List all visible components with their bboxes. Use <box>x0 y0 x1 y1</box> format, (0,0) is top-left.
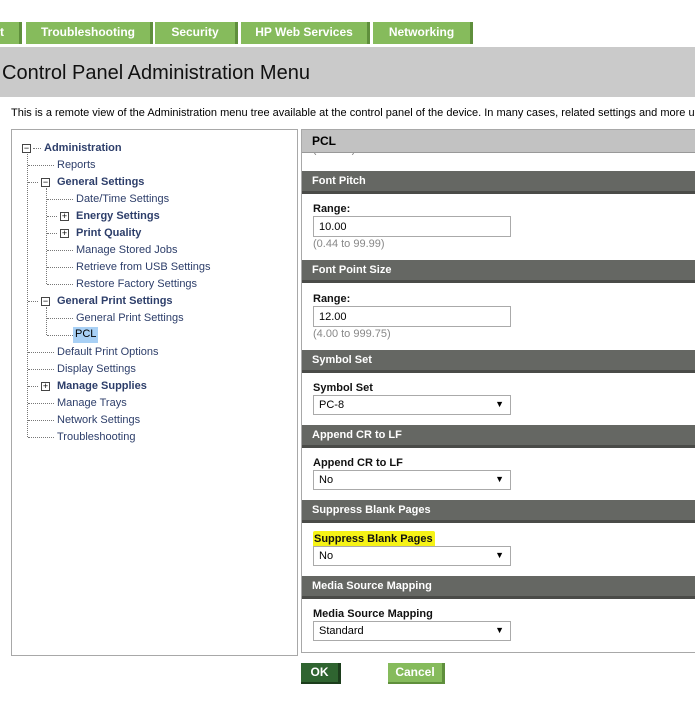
tab-security[interactable]: Security <box>155 22 238 44</box>
section-append-cr: Append CR to LF <box>302 425 695 448</box>
font-point-size-hint: (4.00 to 999.75) <box>313 328 391 340</box>
media-source-value: Standard <box>319 625 364 637</box>
append-cr-value: No <box>319 474 334 486</box>
tree-manage-supplies[interactable]: Manage Supplies <box>57 379 147 394</box>
font-pitch-hint: (0.44 to 99.99) <box>313 238 385 250</box>
tree-reports[interactable]: Reports <box>57 158 96 173</box>
tree-print-quality[interactable]: Print Quality <box>76 226 141 241</box>
dropdown-arrow-icon: ▼ <box>495 474 504 484</box>
collapse-icon[interactable]: − <box>41 178 50 187</box>
symbol-set-value: PC-8 <box>319 399 345 411</box>
symbol-set-label: Symbol Set <box>313 382 373 394</box>
expand-icon[interactable]: + <box>60 212 69 221</box>
section-symbol-set: Symbol Set <box>302 350 695 373</box>
tree-retrieve-usb[interactable]: Retrieve from USB Settings <box>76 260 211 275</box>
section-suppress-blank-pages: Suppress Blank Pages <box>302 500 695 523</box>
cancel-button[interactable]: Cancel <box>388 663 445 684</box>
tree-network-settings[interactable]: Network Settings <box>57 413 140 428</box>
tree-energy-settings[interactable]: Energy Settings <box>76 209 160 224</box>
dropdown-arrow-icon: ▼ <box>495 399 504 409</box>
dropdown-arrow-icon: ▼ <box>495 625 504 635</box>
expand-icon[interactable]: + <box>60 229 69 238</box>
page-description: This is a remote view of the Administrat… <box>11 107 695 119</box>
font-pitch-input[interactable] <box>313 216 511 237</box>
panel-title: PCL <box>302 130 695 153</box>
tree-administration[interactable]: Administration <box>44 141 122 156</box>
tab-hp-web-services[interactable]: HP Web Services <box>241 22 370 44</box>
tree-general-settings[interactable]: General Settings <box>57 175 144 190</box>
collapse-icon[interactable]: − <box>22 144 31 153</box>
tree-default-print-options[interactable]: Default Print Options <box>57 345 159 360</box>
tree-manage-trays[interactable]: Manage Trays <box>57 396 127 411</box>
tree-restore-factory[interactable]: Restore Factory Settings <box>76 277 197 292</box>
media-source-label: Media Source Mapping <box>313 608 433 620</box>
expand-icon[interactable]: + <box>41 382 50 391</box>
font-point-size-input[interactable] <box>313 306 511 327</box>
tree-general-print-settings[interactable]: General Print Settings <box>76 311 184 326</box>
tab-partial[interactable]: t <box>0 22 22 44</box>
ok-button[interactable]: OK <box>301 663 341 684</box>
collapse-icon[interactable]: − <box>41 297 50 306</box>
suppress-blank-value: No <box>319 550 334 562</box>
suppress-blank-label: Suppress Blank Pages <box>313 531 435 548</box>
page-title: Control Panel Administration Menu <box>2 62 310 84</box>
font-point-size-label: Range: <box>313 293 351 305</box>
font-pitch-label: Range: <box>313 203 351 215</box>
tree-general-print-settings-folder[interactable]: General Print Settings <box>57 294 173 309</box>
tree-date-time-settings[interactable]: Date/Time Settings <box>76 192 169 207</box>
tab-networking[interactable]: Networking <box>373 22 473 44</box>
pcl-panel: (0 to 110) PCL Font Pitch Range: (0.44 t… <box>301 129 695 653</box>
tab-troubleshooting[interactable]: Troubleshooting <box>26 22 153 44</box>
append-cr-label: Append CR to LF <box>313 457 403 469</box>
tree-troubleshooting[interactable]: Troubleshooting <box>57 430 135 445</box>
symbol-set-select[interactable]: PC-8 ▼ <box>313 395 511 415</box>
media-source-select[interactable]: Standard ▼ <box>313 621 511 641</box>
tree-pcl-selected[interactable]: PCL <box>73 327 99 343</box>
dropdown-arrow-icon: ▼ <box>495 550 504 560</box>
tree-display-settings[interactable]: Display Settings <box>57 362 136 377</box>
suppress-blank-select[interactable]: No ▼ <box>313 546 511 566</box>
append-cr-select[interactable]: No ▼ <box>313 470 511 490</box>
section-font-point-size: Font Point Size <box>302 260 695 283</box>
tree-manage-stored-jobs[interactable]: Manage Stored Jobs <box>76 243 178 258</box>
section-media-source-mapping: Media Source Mapping <box>302 576 695 599</box>
section-font-pitch: Font Pitch <box>302 171 695 194</box>
